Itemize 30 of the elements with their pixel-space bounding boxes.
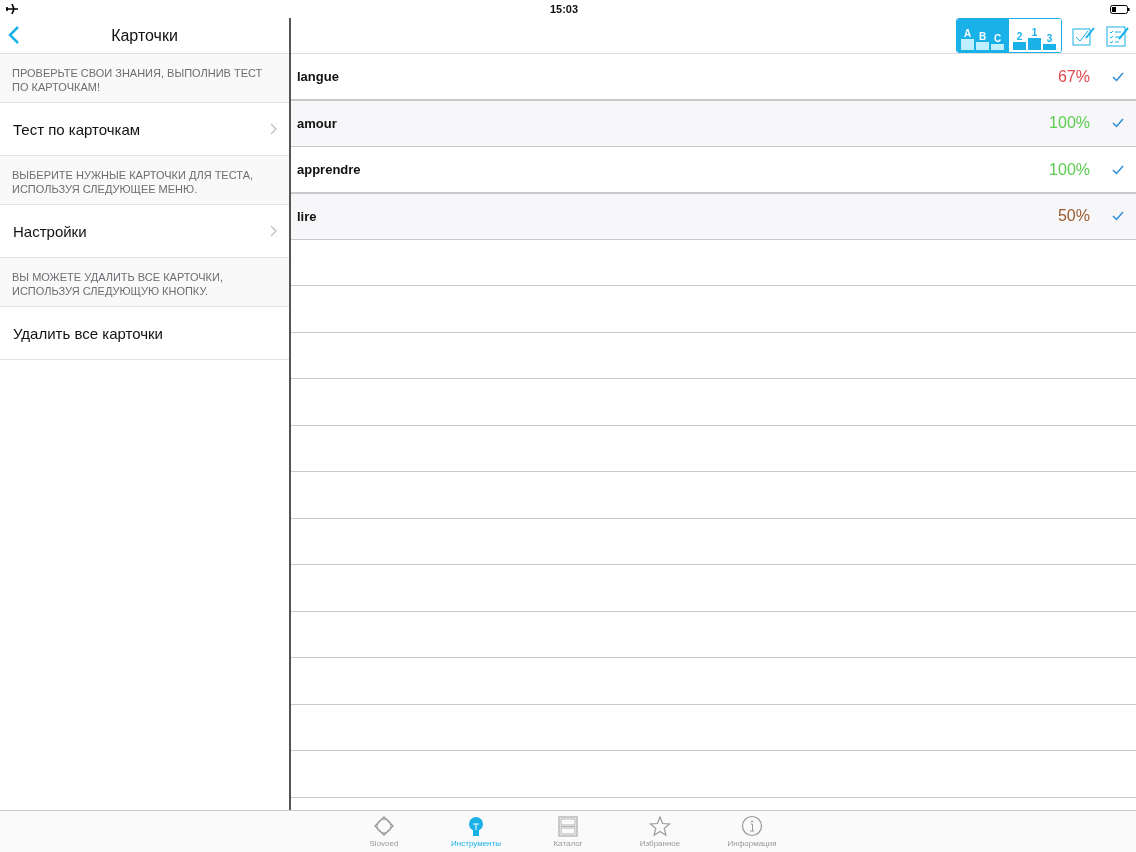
section-note: ПРОВЕРЬТЕ СВОИ ЗНАНИЯ, ВЫПОЛНИВ ТЕСТ ПО КАРТОЧКАМ! [0, 54, 289, 103]
score-text: 50% [1057, 207, 1090, 226]
diamond-icon [372, 815, 396, 837]
edit-check-icon[interactable] [1072, 25, 1096, 46]
cabinet-icon [556, 815, 580, 837]
card-row[interactable]: lire 50% [291, 193, 1136, 240]
check-icon[interactable] [1112, 118, 1124, 129]
score-text: 67% [1057, 67, 1090, 86]
card-row[interactable]: amour 100% [291, 100, 1136, 147]
battery-icon [1110, 4, 1130, 14]
star-icon [648, 815, 672, 837]
card-word: langue [297, 69, 340, 85]
check-icon[interactable] [1112, 211, 1124, 222]
card-word: lire [297, 208, 318, 224]
score-text: 100% [1049, 160, 1090, 179]
card-row[interactable]: langue 67% [291, 54, 1136, 101]
check-icon[interactable] [1112, 71, 1124, 82]
card-word: apprendre [297, 162, 362, 178]
section-note: ВЫБЕРИТЕ НУЖНЫЕ КАРТОЧКИ ДЛЯ ТЕСТА, ИСПОЛЬЗУЯ СЛЕДУЮЩЕЕ МЕНЮ. [0, 156, 289, 205]
score-text: 100% [1049, 114, 1090, 133]
section-note: ВЫ МОЖЕТЕ УДАЛИТЬ ВСЕ КАРТОЧКИ, ИСПОЛЬЗУЯ СЛЕДУЮЩУЮ КНОПКУ. [0, 258, 289, 307]
card-row[interactable]: apprendre 100% [291, 147, 1136, 194]
card-word: amour [297, 115, 338, 131]
checklist-edit-icon[interactable] [1106, 24, 1130, 47]
airplane-icon [6, 4, 18, 14]
screen-title: Карточки [111, 26, 178, 45]
check-icon[interactable] [1112, 164, 1124, 175]
info-icon [740, 815, 764, 837]
back-icon[interactable] [8, 26, 20, 44]
clock-time: 15:03 [549, 3, 579, 15]
